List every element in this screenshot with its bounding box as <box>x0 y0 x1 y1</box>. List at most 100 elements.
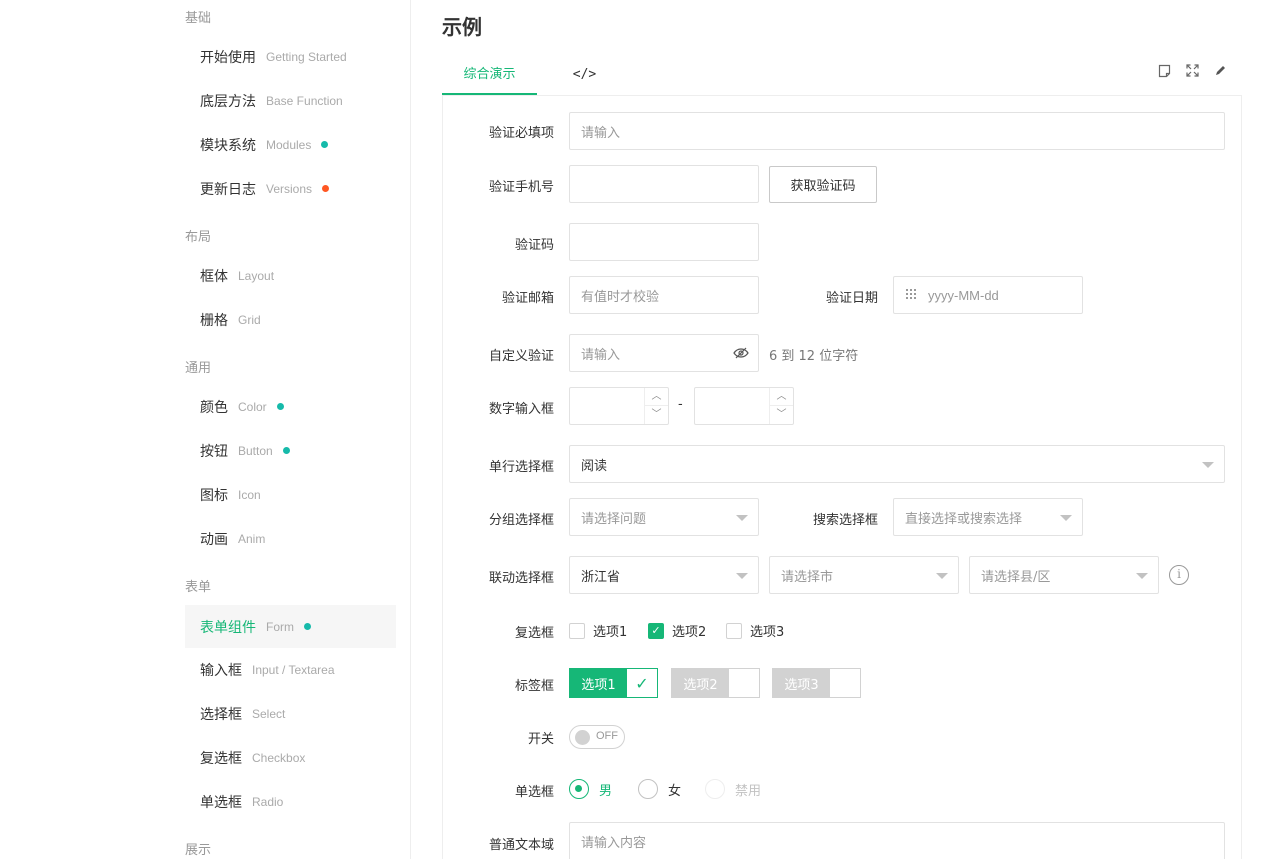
switch-label: 开关 <box>527 732 554 747</box>
tab-code[interactable]: </> <box>562 58 607 95</box>
nav-group-title: 通用 <box>185 361 212 376</box>
sidebar-item-layout[interactable]: 框体 Layout <box>185 254 396 297</box>
code-label: 验证码 <box>514 238 554 253</box>
required-input[interactable]: 请输入 <box>569 112 1225 150</box>
sidebar-item-anim[interactable]: 动画 Anim <box>185 517 396 560</box>
city-select[interactable]: 请选择市 <box>769 556 959 594</box>
switch-knob <box>575 730 590 745</box>
group-select[interactable]: 请选择问题 <box>569 498 759 536</box>
nav-item-label: 模块系统 <box>200 137 256 154</box>
email-input[interactable]: 有值时才校验 <box>569 276 759 314</box>
radio-unchecked-icon <box>638 779 658 799</box>
eye-invisible-icon[interactable] <box>733 347 749 363</box>
nav-item-sublabel: Grid <box>238 312 261 327</box>
number-stepper[interactable]: ︿ ﹀ <box>644 388 668 424</box>
custom-label: 自定义验证 <box>488 349 554 364</box>
chevron-down-icon <box>1202 462 1214 468</box>
number-max-input[interactable]: ︿ ﹀ <box>694 387 794 425</box>
nav-item-label: 颜色 <box>200 399 228 416</box>
password-input[interactable]: 请输入 <box>569 334 759 372</box>
tag-checkbox-mark <box>830 669 860 697</box>
checkbox-label: 复选框 <box>514 626 554 641</box>
checkbox-option-2[interactable]: ✓ 选项2 <box>648 621 706 640</box>
chevron-down-icon <box>1060 515 1072 521</box>
district-select[interactable]: 请选择县/区 <box>969 556 1159 594</box>
tab-demo[interactable]: 综合演示 <box>442 58 537 95</box>
number-min-input[interactable]: ︿ ﹀ <box>569 387 669 425</box>
fullscreen-icon[interactable] <box>1184 64 1200 80</box>
tag-checkbox-option-3[interactable]: 选项3 <box>772 668 861 698</box>
note-icon[interactable] <box>1156 64 1172 80</box>
date-input[interactable]: yyyy-MM-dd <box>893 276 1083 314</box>
nav-item-sublabel: Color <box>238 399 267 414</box>
nav-item-label: 更新日志 <box>200 181 256 198</box>
sidebar-item-grid[interactable]: 栅格 Grid <box>185 298 396 341</box>
nav-group-title: 展示 <box>185 843 212 858</box>
checkbox-box <box>569 622 585 639</box>
sidebar-item-form[interactable]: 表单组件 Form <box>185 605 396 648</box>
sidebar-item-icon[interactable]: 图标 Icon <box>185 473 396 516</box>
sidebar-item-versions[interactable]: 更新日志 Versions <box>185 167 396 210</box>
password-hint: 6 到 12 位字符 <box>769 349 859 364</box>
nav-item-sublabel: Icon <box>238 487 261 502</box>
radio-option-female[interactable]: 女 <box>638 779 681 799</box>
nav-item-label: 选择框 <box>200 706 242 723</box>
decrement-icon[interactable]: ﹀ <box>770 406 793 424</box>
province-select[interactable]: 浙江省 <box>569 556 759 594</box>
demo-tabs: 综合演示 </> <box>442 58 1242 96</box>
new-badge-dot <box>304 623 311 630</box>
nav-item-sublabel: Layout <box>238 268 275 283</box>
nav-item-sublabel: Form <box>266 619 294 634</box>
decrement-icon[interactable]: ﹀ <box>645 406 668 424</box>
sidebar-item-base-function[interactable]: 底层方法 Base Function <box>185 79 396 122</box>
textarea-label: 普通文本域 <box>488 838 554 853</box>
tag-checkbox-mark <box>729 669 759 697</box>
phone-input[interactable] <box>569 165 759 203</box>
number-stepper[interactable]: ︿ ﹀ <box>769 388 793 424</box>
code-input[interactable] <box>569 223 759 261</box>
sidebar-item-color[interactable]: 颜色 Color <box>185 385 396 428</box>
nav-item-label: 按钮 <box>200 443 228 460</box>
switch-state-text: OFF <box>596 730 618 742</box>
nav-item-label: 复选框 <box>200 750 242 767</box>
checkbox-option-1[interactable]: 选项1 <box>569 621 627 640</box>
nav-item-sublabel: Input / Textarea <box>252 662 335 677</box>
sidebar-item-checkbox[interactable]: 复选框 Checkbox <box>185 736 396 779</box>
radio-option-label: 女 <box>668 783 682 799</box>
textarea[interactable]: 请输入内容 <box>569 822 1225 859</box>
edit-icon[interactable] <box>1212 64 1228 80</box>
sidebar-item-getting-started[interactable]: 开始使用 Getting Started <box>185 35 396 78</box>
select-placeholder: 直接选择或搜索选择 <box>905 511 1023 527</box>
select-placeholder: 请选择市 <box>781 569 834 585</box>
select-value: 浙江省 <box>581 569 621 585</box>
nav-item-sublabel: Checkbox <box>252 750 306 765</box>
tag-checkbox-option-2[interactable]: 选项2 <box>671 668 760 698</box>
checkbox-option-label: 选项3 <box>750 625 785 640</box>
sidebar-item-select[interactable]: 选择框 Select <box>185 692 396 735</box>
sidebar-item-radio[interactable]: 单选框 Radio <box>185 780 396 823</box>
new-badge-dot <box>282 447 290 454</box>
nav-item-label: 输入框 <box>200 662 242 679</box>
nav-item-sublabel: Radio <box>252 794 284 809</box>
search-select[interactable]: 直接选择或搜索选择 <box>893 498 1083 536</box>
increment-icon[interactable]: ︿ <box>645 388 668 406</box>
sidebar-item-button[interactable]: 按钮 Button <box>185 429 396 472</box>
nav-item-sublabel: Getting Started <box>266 49 347 64</box>
get-code-button[interactable]: 获取验证码 <box>769 166 877 203</box>
sidebar-nav: 基础 开始使用 Getting Started 底层方法 Base Functi… <box>0 0 411 859</box>
increment-icon[interactable]: ︿ <box>770 388 793 406</box>
sidebar-item-input[interactable]: 输入框 Input / Textarea <box>185 648 396 691</box>
info-icon[interactable]: i <box>1169 565 1189 585</box>
toggle-switch[interactable]: OFF <box>569 725 625 749</box>
radio-option-male[interactable]: 男 <box>569 779 612 799</box>
select-placeholder: 请选择县/区 <box>981 569 1051 585</box>
nav-item-sublabel: Versions <box>266 181 313 196</box>
radio-checked-icon <box>569 779 589 799</box>
sidebar-item-modules[interactable]: 模块系统 Modules <box>185 123 396 166</box>
single-select[interactable]: 阅读 <box>569 445 1225 483</box>
radio-option-label: 禁用 <box>735 783 762 799</box>
tag-checkbox-option-1[interactable]: 选项1 ✓ <box>569 668 658 698</box>
checkbox-option-3[interactable]: 选项3 <box>726 621 784 640</box>
nav-item-sublabel: Button <box>238 443 273 458</box>
nav-item-sublabel: Base Function <box>266 93 343 108</box>
